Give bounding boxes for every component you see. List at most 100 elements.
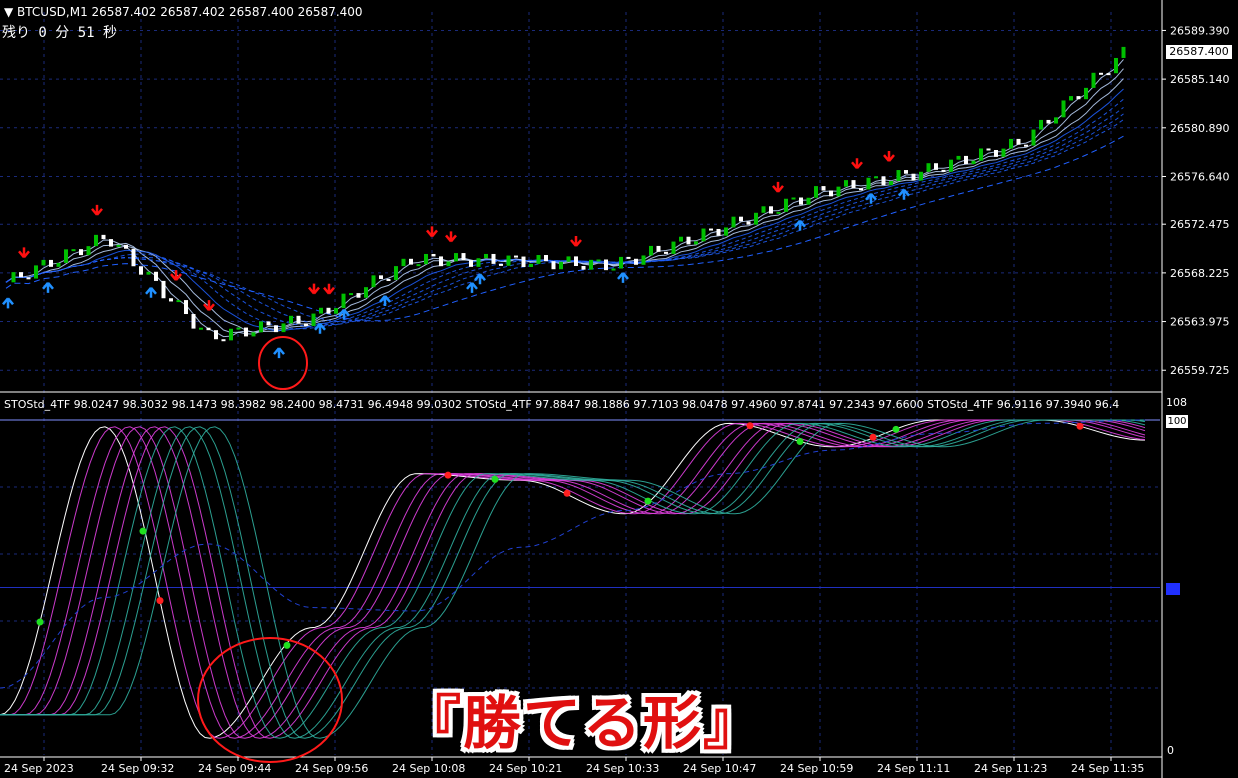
bear-candle [109,239,113,247]
bull-candle [334,308,338,314]
bear-candle [169,298,173,302]
stoch-mid-marker [1166,583,1180,595]
bear-candle [491,253,496,264]
cross-dot-green [283,641,291,649]
bull-candle [116,244,121,247]
bear-candle [716,228,721,236]
bull-candle [41,259,46,266]
bull-candle [94,234,98,247]
bull-candle [724,227,728,236]
bull-candle [64,249,68,263]
sell-arrow-shape [772,181,784,193]
bull-candle [784,198,788,212]
sell-arrow-shape [18,247,30,259]
bull-candle [401,258,406,267]
bear-candle [184,300,188,315]
price-tick-label: 26559.725 [1170,364,1230,377]
bear-candle [739,216,743,222]
bear-candle [799,197,803,205]
ma-line [5,88,1124,332]
sell-arrow-shape [445,231,457,243]
bull-candle [791,197,796,200]
bull-candle [454,253,458,262]
sell-arrow [308,283,320,295]
sell-arrow-shape [570,236,582,247]
bear-candle [829,190,833,197]
bull-candle [836,186,841,197]
bull-candle [866,177,871,190]
buy-arrow-shape [466,282,478,293]
time-tick-label: 24 Sep 09:44 [198,762,271,775]
sell-arrow-shape [203,300,215,311]
ma-line [5,68,1124,335]
bull-candle [694,241,698,245]
buy-arrow [42,282,54,293]
buy-arrow-shape [145,286,157,298]
bull-candle [566,256,571,262]
bear-candle [934,163,938,170]
bull-candle [11,272,16,283]
bear-candle [626,256,631,259]
bear-candle [206,327,211,331]
bull-candle [1069,96,1073,101]
bear-candle [1046,119,1051,124]
buy-arrow-shape [2,297,14,309]
ma-ribbon [5,59,1124,338]
bear-candle [581,266,586,270]
bull-candle [341,293,346,309]
cross-dot-green [644,497,652,505]
time-tick-label: 24 Sep 11:11 [877,762,950,775]
bull-candle [671,241,676,254]
bull-candle [589,259,593,270]
bull-candle [259,321,263,333]
bull-candle [619,256,623,269]
bull-candle [364,287,368,298]
price-tick-label: 26580.890 [1170,122,1230,135]
bull-candle [289,315,293,324]
bull-candle [71,249,76,252]
bear-candle [326,307,331,314]
bull-candle [559,261,563,270]
bull-candle [844,180,848,187]
buy-arrow [474,273,486,285]
price-tick-label: 26585.140 [1170,73,1230,86]
bear-candle [664,251,668,254]
cross-dot-green [796,438,804,446]
bull-candle [1121,46,1126,58]
bull-candle [971,160,976,165]
time-tick-label: 24 Sep 10:47 [683,762,756,775]
ma-line [5,119,1124,323]
buy-arrow-shape [474,273,486,285]
bear-candle [551,261,556,270]
bear-candle [1099,72,1103,75]
bull-candle [596,259,601,262]
bull-candle [236,327,241,330]
cross-dot-green [36,618,44,626]
bear-candle [461,253,466,261]
buy-arrow [273,347,285,359]
cross-dot-green [491,475,499,483]
chart-canvas[interactable]: 26589.390 26585.140 26580.890 26576.640 2657… [0,0,1238,778]
bull-candle [146,271,151,275]
bull-candle [394,266,398,280]
cross-dot-red [563,489,571,497]
price-tick-label: 26568.225 [1170,267,1230,280]
bull-candle [199,327,203,330]
bear-candle [746,221,751,225]
bull-candle [536,255,541,264]
bear-candle [439,256,443,267]
bear-candle [1024,144,1028,147]
signal-circle-marker [258,336,308,390]
bull-candle [1061,100,1066,118]
bull-candle [476,258,481,267]
ma-line [5,113,1124,326]
stoch-current-tag: 100 [1166,415,1188,428]
cross-dot-green [139,527,147,535]
bull-candle [611,268,616,271]
bear-candle [686,236,691,245]
bear-candle [986,148,991,151]
bull-candle [814,186,818,198]
bull-candle [761,206,766,213]
sell-arrow [570,236,582,247]
time-tick-label: 24 Sep 2023 [4,762,74,775]
